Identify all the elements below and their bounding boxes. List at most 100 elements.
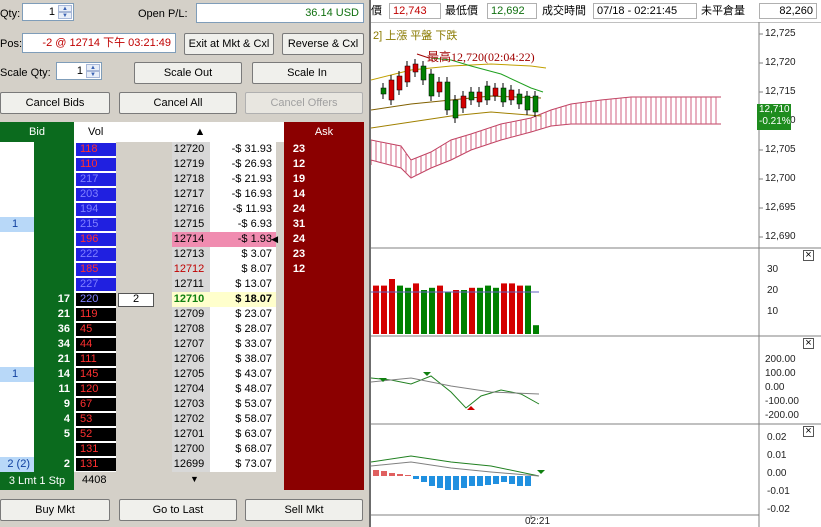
ask-order-cell[interactable] [318, 352, 364, 367]
price-cell[interactable]: 12715 [172, 217, 210, 232]
ask-order-cell[interactable] [318, 322, 364, 337]
ask-order-cell[interactable] [318, 412, 364, 427]
exit-at-mkt-button[interactable]: Exit at Mkt & Cxl [184, 33, 274, 55]
order-cell[interactable] [0, 232, 34, 247]
bid-cell[interactable] [34, 172, 74, 187]
bid-cell[interactable]: 14 [34, 367, 74, 382]
bid-cell[interactable]: 4 [34, 412, 74, 427]
price-cell[interactable]: 12701 [172, 427, 210, 442]
scroll-down-icon[interactable]: ▼ [190, 474, 199, 484]
price-cell[interactable]: 12700 [172, 442, 210, 457]
ladder-row[interactable]: 21 111 12706 $ 38.07 [0, 352, 366, 367]
ladder-row[interactable]: 17 220 2 12710 $ 18.07 [0, 292, 366, 307]
price-cell[interactable]: 12709 [172, 307, 210, 322]
price-cell[interactable]: 12720 [172, 142, 210, 157]
ask-order-cell[interactable] [318, 157, 364, 172]
price-cell[interactable]: 12705 [172, 367, 210, 382]
order-cell[interactable] [0, 142, 34, 157]
ask-order-cell[interactable] [318, 247, 364, 262]
ask-cell[interactable]: 23 [284, 247, 318, 262]
ask-cell[interactable] [284, 352, 318, 367]
ask-cell[interactable] [284, 322, 318, 337]
ask-cell[interactable]: 12 [284, 262, 318, 277]
buy-market-button[interactable]: Buy Mkt [0, 499, 110, 521]
close-icon[interactable]: × [803, 338, 814, 349]
order-cell[interactable] [0, 307, 34, 322]
ladder-row[interactable]: 36 45 12708 $ 28.07 [0, 322, 366, 337]
ladder-row[interactable]: 185 12712 $ 8.07 12 [0, 262, 366, 277]
ladder-row[interactable]: 2 (2) 2 131 12699 $ 73.07 [0, 457, 366, 472]
price-cell[interactable]: 12710 [172, 292, 210, 307]
ask-cell[interactable] [284, 277, 318, 292]
bid-cell[interactable] [34, 157, 74, 172]
order-cell[interactable]: 2 (2) [0, 457, 34, 472]
ask-cell[interactable] [284, 307, 318, 322]
ladder-row[interactable]: 194 12716 -$ 11.93 24 [0, 202, 366, 217]
ask-cell[interactable] [284, 457, 318, 472]
price-cell[interactable]: 12708 [172, 322, 210, 337]
bid-cell[interactable] [34, 277, 74, 292]
ask-cell[interactable] [284, 337, 318, 352]
order-cell[interactable] [0, 382, 34, 397]
go-to-last-button[interactable]: Go to Last [119, 499, 237, 521]
price-cell[interactable]: 12718 [172, 172, 210, 187]
scale-out-button[interactable]: Scale Out [134, 62, 242, 84]
sell-market-button[interactable]: Sell Mkt [245, 499, 363, 521]
order-cell[interactable] [0, 187, 34, 202]
close-icon[interactable]: × [803, 250, 814, 261]
price-cell[interactable]: 12719 [172, 157, 210, 172]
ask-cell[interactable] [284, 382, 318, 397]
spin-down-icon[interactable]: ▼ [86, 71, 100, 78]
price-cell[interactable]: 12706 [172, 352, 210, 367]
order-cell[interactable] [0, 262, 34, 277]
ladder-row[interactable]: 5 52 12701 $ 63.07 [0, 427, 366, 442]
bid-cell[interactable] [34, 142, 74, 157]
price-cell[interactable]: 12703 [172, 397, 210, 412]
bid-cell[interactable]: 9 [34, 397, 74, 412]
ladder-row[interactable]: 217 12718 -$ 21.93 19 [0, 172, 366, 187]
ask-cell[interactable]: 24 [284, 232, 318, 247]
bid-cell[interactable]: 2 [34, 457, 74, 472]
cancel-bids-button[interactable]: Cancel Bids [0, 92, 110, 114]
ask-cell[interactable]: 31 [284, 217, 318, 232]
price-cell[interactable]: 12717 [172, 187, 210, 202]
ladder-row[interactable]: 34 44 12707 $ 33.07 [0, 337, 366, 352]
order-cell[interactable] [0, 202, 34, 217]
bid-cell[interactable]: 5 [34, 427, 74, 442]
bid-cell[interactable]: 11 [34, 382, 74, 397]
ask-order-cell[interactable] [318, 292, 364, 307]
price-cell[interactable]: 12707 [172, 337, 210, 352]
bid-cell[interactable] [34, 202, 74, 217]
ladder-row[interactable]: 21 119 12709 $ 23.07 [0, 307, 366, 322]
ladder-row[interactable]: 203 12717 -$ 16.93 14 [0, 187, 366, 202]
order-cell[interactable] [0, 172, 34, 187]
ask-cell[interactable]: 24 [284, 202, 318, 217]
bid-cell[interactable]: 17 [34, 292, 74, 307]
price-cell[interactable]: 12711 [172, 277, 210, 292]
qty-stepper[interactable]: 1 ▲ ▼ [22, 3, 74, 21]
order-cell[interactable] [0, 247, 34, 262]
price-cell[interactable]: 12714 [172, 232, 210, 247]
cancel-all-button[interactable]: Cancel All [119, 92, 237, 114]
bid-cell[interactable] [34, 442, 74, 457]
bid-cell[interactable] [34, 247, 74, 262]
order-cell[interactable] [0, 322, 34, 337]
ladder-row[interactable]: 227 12711 $ 13.07 [0, 277, 366, 292]
bid-cell[interactable] [34, 187, 74, 202]
bid-cell[interactable] [34, 232, 74, 247]
order-cell[interactable]: 1 [0, 367, 34, 382]
ask-order-cell[interactable] [318, 397, 364, 412]
reverse-button[interactable]: Reverse & Cxl [282, 33, 364, 55]
ask-order-cell[interactable] [318, 217, 364, 232]
order-cell[interactable] [0, 352, 34, 367]
ladder-row[interactable]: 131 12700 $ 68.07 [0, 442, 366, 457]
bid-cell[interactable]: 21 [34, 307, 74, 322]
ladder-row[interactable]: 222 12713 $ 3.07 23 [0, 247, 366, 262]
ladder-row[interactable]: 196 12714 -$ 1.93 ◀ 24 [0, 232, 366, 247]
ask-order-cell[interactable] [318, 367, 364, 382]
ask-cell[interactable]: 23 [284, 142, 318, 157]
ladder-row[interactable]: 118 12720 -$ 31.93 23 [0, 142, 366, 157]
ask-order-cell[interactable] [318, 187, 364, 202]
ask-order-cell[interactable] [318, 262, 364, 277]
ask-order-cell[interactable] [318, 232, 364, 247]
